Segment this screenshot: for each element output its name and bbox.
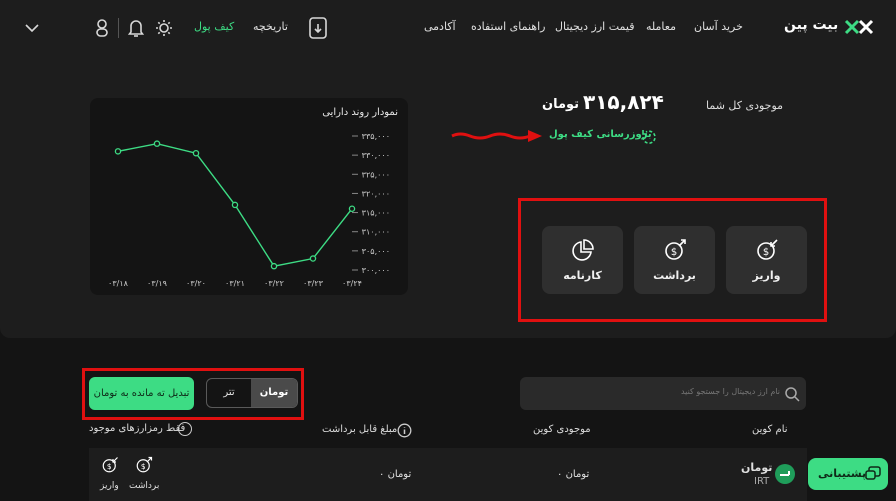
report-button[interactable]: کارنامه xyxy=(542,226,623,294)
user-profile-icon[interactable] xyxy=(94,18,110,38)
tab-tether[interactable]: تتر xyxy=(207,379,251,407)
tab-toman[interactable]: تومان xyxy=(251,379,297,407)
x-tick-label: ۰۳/۱۸ xyxy=(108,279,129,288)
only-available-label: فقط رمزارزهای موجود xyxy=(89,423,186,434)
row-withdraw-icon: $ xyxy=(136,456,153,473)
refresh-icon[interactable] xyxy=(640,128,658,146)
row-deposit-label: واریز xyxy=(100,481,119,491)
notification-bell-icon[interactable] xyxy=(127,18,145,38)
brand-logo-text: بیت پین xyxy=(784,17,839,33)
coin-balance: ۰ تومان xyxy=(557,469,590,480)
currency-toggle: تتر تومان xyxy=(206,378,298,408)
deposit-icon: $ xyxy=(756,239,778,260)
header-coin-balance: موجودی کوین xyxy=(533,424,591,435)
balance-amount: ۳۱۵,۸۲۴ xyxy=(583,90,664,114)
search-icon xyxy=(785,387,800,402)
y-tick-label: ۳۰۰,۰۰۰ xyxy=(362,266,390,275)
data-point[interactable] xyxy=(231,201,239,209)
report-label: کارنامه xyxy=(563,269,602,282)
info-icon[interactable] xyxy=(397,423,412,438)
nav-wallet[interactable]: کیف پول xyxy=(194,20,234,33)
header-withdrawable: مبلغ قابل برداشت xyxy=(322,424,398,435)
total-balance-label: موجودی کل شما xyxy=(706,99,784,112)
coin-symbol: IRT xyxy=(754,476,770,487)
nav-history[interactable]: تاریخچه xyxy=(253,20,288,33)
brand-logo-mark xyxy=(844,19,874,35)
data-point[interactable] xyxy=(114,148,122,155)
data-point[interactable] xyxy=(309,255,317,262)
x-tick-label: ۰۳/۲۰ xyxy=(186,279,206,288)
nav-guide[interactable]: راهنمای استفاده xyxy=(471,20,545,33)
y-tick-label: ۳۱۵,۰۰۰ xyxy=(362,209,390,218)
y-tick-label: ۳۰۵,۰۰۰ xyxy=(362,247,390,256)
annotation-arrow xyxy=(451,130,542,142)
row-withdraw-label: برداشت xyxy=(129,481,160,491)
x-tick-label: ۰۳/۲۴ xyxy=(342,279,362,288)
data-point[interactable] xyxy=(270,262,278,270)
row-deposit-button[interactable]: $ واریز xyxy=(96,456,124,494)
x-tick-label: ۰۳/۲۳ xyxy=(303,279,324,288)
top-bar: بیت پین خرید آسان معامله قیمت ارز دیجیتا… xyxy=(0,0,896,56)
pie-chart-icon xyxy=(571,239,594,261)
chevron-down-icon[interactable] xyxy=(24,22,40,34)
y-tick-label: ۳۳۰,۰۰۰ xyxy=(362,151,390,160)
withdrawable-amount: ۰ تومان xyxy=(379,469,412,480)
nav-academy[interactable]: آکادمی xyxy=(424,20,456,33)
coin-search-field[interactable]: نام ارز دیجیتال را جستجو کنید xyxy=(520,377,806,410)
balance-unit: تومان xyxy=(542,97,580,112)
data-point[interactable] xyxy=(153,140,161,147)
withdraw-label: برداشت xyxy=(653,269,696,282)
search-placeholder: نام ارز دیجیتال را جستجو کنید xyxy=(680,387,780,396)
row-withdraw-button[interactable]: $ برداشت xyxy=(127,456,161,494)
svg-text:$: $ xyxy=(762,247,768,258)
x-tick-label: ۰۳/۲۲ xyxy=(264,279,284,288)
svg-text:$: $ xyxy=(107,462,112,471)
support-button[interactable]: پشتیبانی xyxy=(808,458,888,490)
svg-text:$: $ xyxy=(670,247,676,258)
header-coin-name: نام کوین xyxy=(752,424,788,435)
deposit-button[interactable]: $ واریز xyxy=(726,226,807,294)
nav-prices[interactable]: قیمت ارز دیجیتال xyxy=(555,20,634,33)
x-tick-label: ۰۳/۱۹ xyxy=(147,279,167,288)
x-tick-label: ۰۳/۲۱ xyxy=(225,279,245,288)
table-row xyxy=(89,448,807,501)
toman-coin-icon xyxy=(775,464,795,484)
theme-sun-icon[interactable] xyxy=(155,19,173,37)
chat-support-icon xyxy=(865,466,881,480)
withdraw-icon: $ xyxy=(664,239,686,260)
withdraw-button[interactable]: $ برداشت xyxy=(634,226,715,294)
chart-plot: ۳۳۵,۰۰۰ ۳۳۰,۰۰۰ ۳۲۵,۰۰۰ ۳۲۰,۰۰۰ ۳۱۵,۰۰۰ ۳۱۰,۰… xyxy=(108,132,390,288)
app-download-icon[interactable] xyxy=(308,16,328,40)
row-deposit-icon: $ xyxy=(102,457,118,473)
nav-trade[interactable]: معامله xyxy=(646,20,676,33)
deposit-label: واریز xyxy=(752,269,781,282)
brand-logo[interactable]: بیت پین xyxy=(784,15,876,39)
svg-text:$: $ xyxy=(141,462,146,471)
y-tick-label: ۳۱۰,۰۰۰ xyxy=(362,228,390,237)
y-tick-label: ۳۲۰,۰۰۰ xyxy=(362,189,390,198)
support-label: پشتیبانی xyxy=(818,467,867,480)
data-point[interactable] xyxy=(348,205,356,212)
y-tick-label: ۳۳۵,۰۰۰ xyxy=(362,132,390,141)
data-point[interactable] xyxy=(192,149,200,157)
nav-easy-buy[interactable]: خرید آسان xyxy=(694,20,743,33)
refresh-wallet-link[interactable]: بروزرسانی کیف پول xyxy=(549,129,652,140)
coin-name: تومان xyxy=(741,461,773,474)
y-tick-label: ۳۲۵,۰۰۰ xyxy=(362,170,390,179)
toolbar-divider xyxy=(118,18,119,38)
convert-dust-button[interactable]: تبدیل ته مانده به تومان xyxy=(89,377,194,410)
asset-trend-chart: نمودار روند دارایی ۳۳۵,۰۰۰ ۳۳۰,۰۰۰ ۳۲۵,۰۰۰… xyxy=(90,98,408,295)
